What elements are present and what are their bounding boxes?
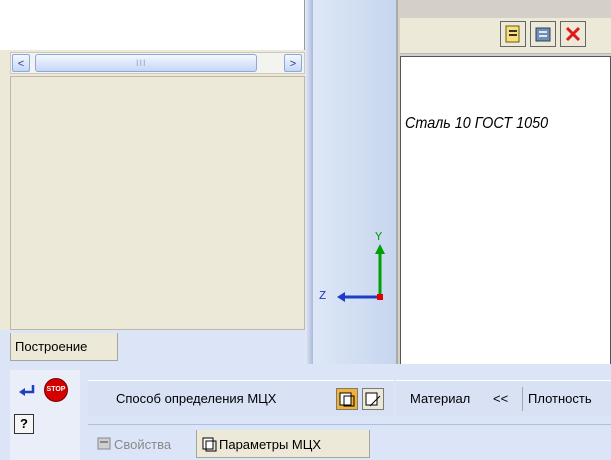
tree-list-area[interactable] bbox=[0, 0, 305, 50]
tab-mcx-parameters-label: Параметры МЦХ bbox=[219, 437, 322, 452]
bottom-tab-bar: Свойства Параметры МЦХ bbox=[88, 424, 611, 460]
help-icon[interactable]: ? bbox=[14, 414, 34, 434]
axis-triad bbox=[337, 244, 385, 302]
mcx-method-2-icon bbox=[365, 392, 381, 407]
document-properties-icon bbox=[505, 25, 520, 43]
document-toolbar bbox=[400, 18, 611, 54]
model-viewport[interactable]: Y Z bbox=[313, 0, 398, 380]
scroll-right-button[interactable]: > bbox=[284, 54, 302, 72]
tab-build[interactable]: Построение bbox=[10, 333, 118, 361]
tab-build-label: Построение bbox=[15, 339, 88, 354]
y-axis-label: Y bbox=[375, 230, 383, 244]
material-collapse-button[interactable]: << bbox=[493, 391, 508, 406]
scroll-thumb[interactable]: III bbox=[35, 54, 257, 72]
mcx-method-option-1-button[interactable] bbox=[336, 388, 358, 410]
horizontal-scrollbar[interactable]: < III > bbox=[10, 52, 305, 74]
tab-mcx-parameters[interactable]: Параметры МЦХ bbox=[196, 430, 370, 458]
material-designation-text: Сталь 10 ГОСТ 1050 bbox=[405, 115, 549, 132]
material-row: Материал << Плотность bbox=[396, 380, 611, 416]
density-label: Плотность bbox=[528, 391, 592, 406]
stop-icon[interactable]: STOP bbox=[44, 378, 68, 402]
y-axis-arrow bbox=[375, 244, 385, 254]
z-axis-label: Z bbox=[319, 289, 327, 303]
scroll-grip-icon: III bbox=[136, 58, 147, 68]
mcx-method-label: Способ определения МЦХ bbox=[116, 391, 277, 406]
document-page: Сталь 10 ГОСТ 1050 bbox=[400, 56, 611, 376]
mcx-method-1-icon bbox=[339, 392, 355, 407]
help-glyph: ? bbox=[20, 416, 28, 431]
origin-point bbox=[377, 294, 383, 300]
mcx-method-option-2-button[interactable] bbox=[362, 388, 384, 410]
panel-splitter[interactable] bbox=[305, 0, 313, 364]
z-axis-arrow bbox=[337, 292, 345, 302]
tree-panel bbox=[10, 76, 305, 330]
properties-icon bbox=[97, 437, 111, 450]
close-document-button[interactable] bbox=[560, 21, 586, 47]
material-label[interactable]: Материал bbox=[410, 391, 470, 406]
scroll-left-button[interactable]: < bbox=[12, 54, 30, 72]
stop-label: STOP bbox=[46, 386, 66, 393]
document-database-button[interactable] bbox=[530, 21, 556, 47]
tab-properties[interactable]: Свойства bbox=[92, 430, 175, 458]
tab-properties-label: Свойства bbox=[114, 437, 172, 452]
document-properties-button[interactable] bbox=[500, 21, 526, 47]
close-icon bbox=[565, 26, 581, 42]
scroll-left-icon: < bbox=[17, 58, 25, 70]
command-tools: STOP ? bbox=[10, 370, 80, 460]
mcx-parameters-icon bbox=[202, 437, 217, 452]
database-icon bbox=[535, 27, 551, 42]
mcx-method-row: Способ определения МЦХ bbox=[88, 380, 394, 416]
enter-icon[interactable] bbox=[17, 383, 39, 399]
scroll-right-icon: > bbox=[289, 58, 297, 70]
